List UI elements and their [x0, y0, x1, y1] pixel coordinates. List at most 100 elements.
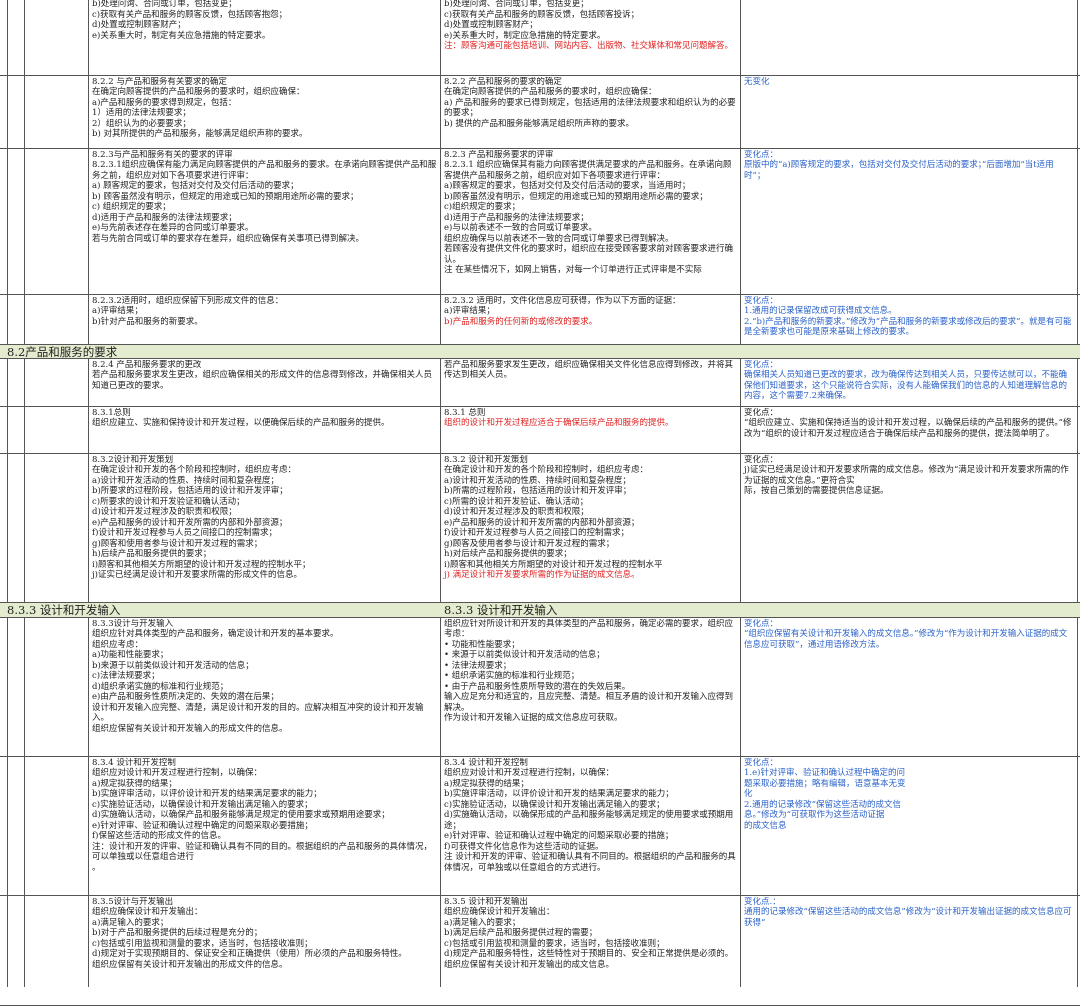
text-line: b) 顾客虽然没有明示，但规定的用途或已知的预期用途所必需的要求；: [92, 191, 359, 202]
text-line: 8.2.3.2 适用时，文件化信息应可获得，作为以下方面的证据：: [444, 296, 681, 306]
text-line: 注 在某些情况下，如网上销售，对每一个订单进行正式评审是不实际: [444, 264, 702, 275]
text-line: 8.2.3.1组织应确保有能力满足向顾客提供的产品和服务的要求。在承诺向顾客提供…: [92, 160, 437, 181]
text-line: c)实施验证活动，以确保设计和开发输出满足输入的要求；: [92, 799, 313, 810]
text-line: h)对后续产品和服务提供的要求；: [444, 549, 572, 560]
text-line: c)获取有关产品和服务的顾客反馈，包括顾客抱怨；: [92, 9, 288, 20]
text-line: c)组织规定的要求；: [444, 202, 521, 213]
text-line: 化: [744, 789, 753, 800]
text-line: b)对于产品和服务提供的后续过程是充分的；: [92, 928, 263, 939]
text-line: 际，按自己策划的需要提供信息证据。: [744, 486, 889, 497]
text-line: e)产品和服务的设计和开发所需的内部和外部资源；: [444, 517, 640, 528]
text-line: 若产品和服务要求发生更改，组织应确保相关的形成文件的信息得到修改，并确保相关人员…: [92, 370, 433, 391]
highlighted-text-line: 注：顾客沟通可能包括培训、网站内容、出版物、社交媒体和常见问题解答。: [444, 41, 734, 52]
text-line: 确保相关人员知道已更改的要求，改为确保传达到相关人员，只要传达就可以，不能确保他…: [744, 370, 1068, 402]
text-line: 注 设计和开发的评审、验证和确认具有不同目的。根据组织的产品和服务的具体情况，可…: [444, 852, 736, 873]
text-line: a)评审结果；: [444, 306, 495, 317]
text-line: 在确定设计和开发的各个阶段和控制时，组织应考虑：: [92, 465, 297, 476]
text-line: 组织应确保设计和开发输出：: [92, 907, 203, 918]
section-title: 8.2产品和服务的要求: [7, 345, 118, 359]
revised-clause-cell: 8.2.2 产品和服务的要求的确定 在确定向顾客提供的产品和服务的要求时，组织应确…: [442, 77, 739, 129]
text-line: b)实施评审活动，以评价设计和开发的结果满足要求的能力；: [444, 789, 674, 800]
text-line: d)适用于产品和服务的法律法规要求；: [444, 212, 589, 223]
text-line: 8.3.2 设计和开发策划: [444, 455, 528, 465]
text-line: 8.3.5 设计和开发输出: [444, 897, 528, 907]
section-header-row: 8.2产品和服务的要求: [0, 345, 1080, 359]
text-line: c)实施验证活动，以确保设计和开发输出满足输入的要求；: [444, 799, 665, 810]
text-line: 组织应保留有关设计和开发输出的形成文件的信息。: [92, 959, 288, 970]
text-line: 通用的记录修改“保留这些活动的成文信息”修改为“设计和开发输出证据的成文信息应可…: [744, 907, 1072, 928]
text-line: “组织应保留有关设计和开发输入的成文信息。”修改为“作为设计和开发输入证据的成文…: [744, 629, 1068, 650]
text-line: 设计和开发输入应完整、清楚，满足设计和开发的目的。应解决相互冲突的设计和开发输入…: [92, 702, 424, 724]
text-line: c)包括或引用监视和测量的要求，适当时，包括接收准则；: [444, 938, 665, 949]
text-line: • 来源于以前类似设计和开发活动的信息；: [444, 650, 605, 661]
text-line: a)设计和开发活动的性质、持续时间和复杂程度；: [444, 475, 631, 486]
text-line: 组织应确保设计和开发输出：: [444, 907, 555, 918]
text-line: “组织应建立、实施和保持适当的设计和开发过程，以确保后续的产品和服务的提供。”修…: [744, 418, 1072, 439]
text-line: b)所需的过程阶段，包括适用的设计和开发评审；: [444, 486, 632, 497]
text-line: d)处置或控制顾客财产；: [444, 20, 538, 31]
clause-row: 8.2.2 与产品和服务有关要求的确定 在确定向顾客提供的产品和服务的要求时，组织…: [0, 76, 1080, 149]
text-line: 变化点：: [744, 150, 779, 160]
text-line: 8.3.3设计与开发输入: [92, 619, 174, 629]
text-line: 组织应针对所设计和开发的具体类型的产品和服务，确定必需的要求，组织应考虑：: [444, 619, 734, 640]
original-clause-cell: 8.3.2设计和开发策划 在确定设计和开发的各个阶段和控制时，组织应考虑： a)设计…: [90, 455, 439, 580]
text-line: d)组织承诺实施的标准和行业规范；: [92, 681, 229, 692]
original-clause-cell: 8.3.3设计与开发输入 组织应针对具体类型的产品和服务，确定设计和开发的基本要求…: [90, 619, 439, 734]
text-line: e)产品和服务的设计和开发所需的内部和外部资源；: [92, 517, 288, 528]
clause-row: 8.3.4 设计和开发控制 组织应对设计和开发过程进行控制，以确保： a)规定拟获得…: [0, 757, 1080, 896]
text-line: 若与先前合同或订单的要求存在差异，组织应确保有关事项已得到解决。: [92, 233, 365, 244]
text-line: i)顾客和其他相关方所期望的对设计和开发过程的控制水平: [444, 559, 663, 570]
clause-row: 8.3.5设计与开发输出 组织应确保设计和开发输出： a)满足输入的要求； b)对于产…: [0, 896, 1080, 1006]
text-line: b)满足后续产品和服务提供过程的需要；: [444, 928, 598, 939]
clause-row: a)提供有关产品和服务的信息；b)处理问询、合同或订单，包括变更；c)获取有关产…: [0, 0, 1080, 76]
text-line: 变化点：: [744, 455, 779, 465]
text-line: • 由于产品和服务性质所导致的潜在的失效后果。: [444, 681, 631, 692]
text-line: a) 顾客规定的要求，包括对交付及交付后活动的要求；: [92, 181, 299, 192]
text-line: e)关系重大时，制定应急措施的特定要求。: [444, 30, 606, 41]
text-line: b)顾客虽然没有明示，但规定的用途或已知的预期用途所必需的要求；: [444, 191, 708, 202]
text-line: 8.3.1总则: [92, 408, 131, 418]
text-line: 的成文信息: [744, 820, 787, 831]
text-line: c)所要求的设计和开发验证和确认活动；: [92, 496, 245, 507]
text-line: • 功能和性能要求；: [444, 639, 520, 650]
text-line: c)获取有关产品和服务的顾客反馈，包括顾客投诉；: [444, 9, 640, 20]
revised-clause-cell: 8.3.4 设计和开发控制 组织应对设计和开发过程进行控制，以确保： a)规定拟获得…: [442, 758, 739, 873]
change-note-cell: 变化点.： 通用的记录修改“保留这些活动的成文信息”修改为“设计和开发输出证据的成…: [742, 897, 1076, 928]
text-line: d)规定对于实现预期目的、保证安全和正确提供（使用）所必须的产品和服务特性。: [92, 949, 407, 960]
text-line: 8.2.4 产品和服务要求的更改: [92, 360, 202, 370]
text-line: e)由产品和服务性质所决定的、失效的潜在后果；: [92, 692, 279, 703]
text-line: d)规定产品和服务特性，这些特性对于预期目的、安全和正常提供是必须的。: [444, 949, 734, 960]
text-line: b)针对产品和服务的新要求。: [92, 316, 203, 327]
text-line: a)评审结果；: [92, 306, 143, 317]
original-clause-cell: 8.2.2 与产品和服务有关要求的确定 在确定向顾客提供的产品和服务的要求时，组织…: [90, 77, 439, 140]
text-line: d)实施确认活动，以确保产品和服务能够满足规定的使用要求或预期用途要求；: [92, 810, 390, 821]
text-line: 在确定向顾客提供的产品和服务的要求时，组织应确保：: [92, 87, 305, 98]
text-line: h)后续产品和服务提供的要求；: [92, 549, 212, 560]
text-line: a)满足输入的要求；: [444, 917, 521, 928]
clause-row: 8.3.2设计和开发策划 在确定设计和开发的各个阶段和控制时，组织应考虑： a)设计…: [0, 454, 1080, 603]
text-line: e)与先前表述存在差异的合同或订单要求。: [92, 223, 254, 234]
text-line: 8.3.1 总则: [444, 408, 486, 418]
revised-clause-cell: 组织应针对所设计和开发的具体类型的产品和服务，确定必需的要求，组织应考虑： • 功…: [442, 619, 739, 724]
section-title-new: 8.3.3 设计和开发输入: [444, 603, 558, 617]
text-line: 变化点：: [744, 296, 779, 306]
change-note-cell: 变化点： “组织应建立、实施和保持适当的设计和开发过程，以确保后续的产品和服务的提…: [742, 408, 1076, 439]
text-line: g)顾客和使用者参与设计和开发过程的需求；: [92, 538, 263, 549]
clause-row: 8.3.1总则 组织应建立、实施和保持设计和开发过程，以便确保后续的产品和服务的提…: [0, 407, 1080, 454]
text-line: j)证实已经满足设计和开发要求所需的成文信息。修改为“满足设计和开发要求所需的作…: [744, 465, 1069, 486]
text-line: b)实施评审活动，以评价设计和开发的结果满足要求的能力；: [92, 789, 322, 800]
text-line: 输入应足充分和适宜的，且应完整、清楚。相互矛盾的设计和开发输入应得到解决。: [444, 692, 734, 713]
change-note-cell: 无变化: [742, 77, 1076, 87]
text-line: 组织应保留有关设计和开发输出的成文信息。: [444, 959, 615, 970]
text-line: d)设计和开发过程涉及的职责和权限；: [444, 507, 589, 518]
highlighted-text-line: b)产品和服务的任何新的或修改的要求。: [444, 316, 598, 327]
revised-clause-cell: 若产品和服务要求发生更改，组织应确保相关文件化信息应得到修改，并将其传达到相关人…: [442, 360, 739, 381]
text-line: 1.通用的记录保留改成可获得成文信息。: [744, 306, 897, 317]
change-note-cell: 变化点： j)证实已经满足设计和开发要求所需的成文信息。修改为“满足设计和开发要求…: [742, 455, 1076, 497]
text-line: e)针对评审、验证和确认过程中确定的问题采取必要的措施；: [444, 831, 674, 842]
clause-row: 8.3.3设计与开发输入 组织应针对具体类型的产品和服务，确定设计和开发的基本要求…: [0, 618, 1080, 757]
text-line: 变化点：: [744, 360, 779, 370]
text-line: f)保留这些活动的形成文件的信息。: [92, 831, 226, 842]
original-clause-cell: 8.3.1总则 组织应建立、实施和保持设计和开发过程，以便确保后续的产品和服务的提…: [90, 408, 439, 429]
text-line: b) 提供的产品和服务能够满足组织所声称的要求。: [444, 118, 634, 129]
